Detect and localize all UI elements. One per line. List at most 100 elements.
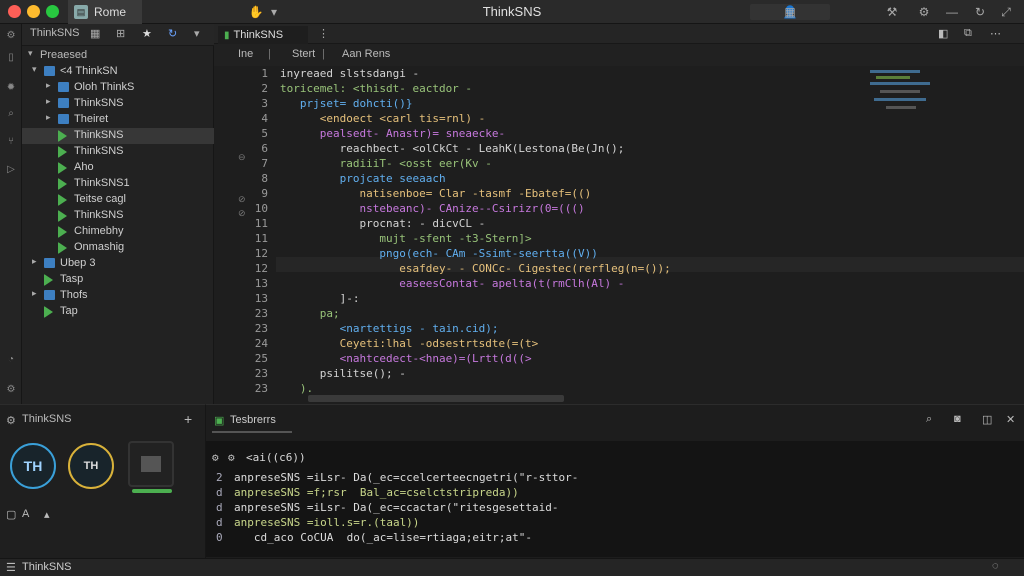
avatar[interactable] (128, 441, 174, 487)
search-icon[interactable]: ⌕ (926, 413, 932, 426)
refresh-icon[interactable]: ↻ (168, 27, 177, 43)
text-icon[interactable]: A (22, 508, 29, 520)
folder-icon (58, 98, 69, 108)
comment-icon[interactable]: ◫ (982, 413, 992, 426)
tree-item[interactable]: Aho (22, 160, 214, 176)
terminal-line-marker: d (216, 486, 223, 499)
search-icon[interactable]: ⌕ (3, 108, 19, 119)
tree-item[interactable]: Tap (22, 304, 214, 320)
tree-item[interactable]: Chimebhy (22, 224, 214, 240)
panel-title: ThinkSNS (22, 413, 72, 425)
grid-icon[interactable]: ▦ (782, 4, 798, 20)
layout-icon[interactable]: ⋯ (990, 27, 1001, 40)
folder-icon (44, 258, 55, 268)
grid-icon[interactable]: ▦ (90, 27, 100, 43)
sidebar-section-title[interactable]: ▾ Preaesed (22, 48, 214, 64)
add-icon[interactable]: + (184, 411, 192, 427)
git-icon[interactable]: ⑂ (3, 136, 19, 147)
file-icon (44, 274, 53, 286)
tree-item-label: ThinkSNS (74, 145, 124, 157)
tree-item[interactable]: ▸ Theiret (22, 112, 214, 128)
file-icon (58, 162, 67, 174)
tree-item[interactable]: ▸ ThinkSNS (22, 96, 214, 112)
code-line: easeesContat- apelta(t(rmClh(Al) - (280, 277, 625, 290)
more-icon[interactable]: ⋮ (318, 27, 329, 40)
chevron-right-icon: ▸ (46, 80, 51, 90)
tree-item[interactable]: ThinkSNS (22, 208, 214, 224)
tree-item-label: Chimebhy (74, 225, 124, 237)
breadcrumb-item[interactable]: Stert (292, 48, 315, 60)
tree-item[interactable]: Onmashig (22, 240, 214, 256)
account-icon[interactable]: ◔ (3, 354, 19, 365)
code-line: Ceyeti:lhal -odsestrtsdte(=(t> (280, 337, 539, 350)
gear-icon[interactable]: ⚙ (916, 4, 932, 20)
close-icon[interactable]: ✕ (1006, 413, 1015, 426)
window-icon[interactable]: ▢ (6, 508, 16, 521)
chevron-down-icon: ▾ (32, 64, 37, 74)
breadcrumb-item[interactable]: Aan Rens (342, 48, 390, 60)
avatar[interactable]: TH (68, 443, 114, 489)
tree-item[interactable]: ▸ Ubep 3 (22, 256, 214, 272)
sun-icon[interactable]: ✹ (3, 82, 19, 93)
chevron-up-icon[interactable]: ▴ (44, 508, 50, 521)
minimap[interactable] (866, 66, 956, 146)
terminal-line: anpreseSNS =f;rsr Bal_ac=cselctstripreda… (234, 486, 519, 499)
debug-icon[interactable]: ▷ (3, 164, 19, 175)
editor-horizontal-scrollbar[interactable] (308, 395, 564, 402)
wrench-icon[interactable]: ⚒ (884, 4, 900, 20)
terminal-line-marker: 2 (216, 471, 223, 484)
status-bar: ☰ ThinkSNS ◌ (0, 558, 1024, 576)
users-panel: ⚙ ThinkSNS + TH TH ▢ A ▴ (0, 404, 206, 558)
code-line: esafdey- - CONCc- Cigestec(rerfleg(n=())… (280, 262, 671, 275)
status-label[interactable]: ThinkSNS (22, 561, 72, 573)
settings-icon[interactable]: ⚙ (3, 30, 19, 41)
settings-icon[interactable]: ⚙ (6, 414, 16, 427)
chevron-down-icon[interactable]: ▾ (194, 27, 200, 43)
preview-icon[interactable]: ◧ (938, 27, 948, 40)
star-icon[interactable]: ★ (142, 27, 152, 43)
tree-item-label: Theiret (74, 113, 109, 125)
terminal-title[interactable]: Tesbrerrs (230, 414, 276, 426)
terminal-line: cd_aco CoCUA do(_ac=lise=rtiaga;eitr;at"… (234, 531, 533, 544)
breadcrumb-item[interactable]: Ine (238, 48, 253, 60)
tree-item[interactable]: ▸ Thofs (22, 288, 214, 304)
chevron-right-icon: ▸ (32, 288, 37, 298)
chat-icon[interactable]: ◙ (954, 413, 961, 425)
avatar[interactable]: TH (10, 443, 56, 489)
tree-item[interactable]: Teitse cagl (22, 192, 214, 208)
image-placeholder-icon (141, 456, 161, 472)
code-line: <nartettigs - tain.cid); (280, 322, 499, 335)
chevron-down-icon: ▾ (28, 48, 33, 58)
manage-icon[interactable]: ⚙ (3, 384, 19, 395)
tree-item[interactable]: ▸ Oloh ThinkS (22, 80, 214, 96)
code-line: mujt -sfent -t3-Stern]> (280, 232, 532, 245)
terminal-output[interactable]: ⚙ ⚙ <ai((c6)) 2 anpreseSNS =iLsr- Da(_ec=… (206, 441, 1024, 557)
menu-icon[interactable]: ☰ (6, 561, 16, 574)
file-tree: ▾ <4 ThinkSN ▸ Oloh ThinkS ▸ ThinkSNS ▸ Theiret… (22, 64, 214, 364)
sidebar-tab-project[interactable]: ThinkSNS (30, 27, 80, 43)
terminal-line: anpreseSNS =ioll.s=r.(taal)) (234, 516, 420, 529)
editor-tab-active[interactable]: ▮ ThinkSNS (218, 26, 308, 44)
gear-icon: ⚙ (212, 451, 219, 464)
tree-item-label: Tasp (60, 273, 84, 285)
bell-icon[interactable]: ◌ (992, 560, 999, 572)
tree-item[interactable]: ThinkSNS (22, 128, 214, 144)
breadcrumb-separator: | (322, 48, 325, 60)
tree-item[interactable]: ▾ <4 ThinkSN (22, 64, 214, 80)
file-icon (58, 226, 67, 238)
code-line: pa; (280, 307, 340, 320)
file-icon (58, 194, 67, 206)
tree-item[interactable]: Tasp (22, 272, 214, 288)
code-area[interactable]: inyreaed slstsdangi - toricemel: <thisdt-… (214, 66, 864, 396)
minimize-icon[interactable]: — (944, 4, 960, 20)
split-editor-icon[interactable]: ⧉ (964, 27, 972, 40)
refresh-icon[interactable]: ↻ (972, 4, 988, 20)
split-icon[interactable]: ⊞ (116, 27, 125, 43)
tree-item-label: ThinkSNS (74, 97, 124, 109)
tree-item[interactable]: ThinkSNS (22, 144, 214, 160)
tree-item[interactable]: ThinkSNS1 (22, 176, 214, 192)
editor-tabs: ▮ ThinkSNS ⋮ ◧ ⧉ ⋯ (214, 24, 1024, 44)
tree-item-label: Tap (60, 305, 78, 317)
expand-icon[interactable]: ⤢ (998, 4, 1014, 20)
files-icon[interactable]: ▯ (3, 52, 19, 63)
